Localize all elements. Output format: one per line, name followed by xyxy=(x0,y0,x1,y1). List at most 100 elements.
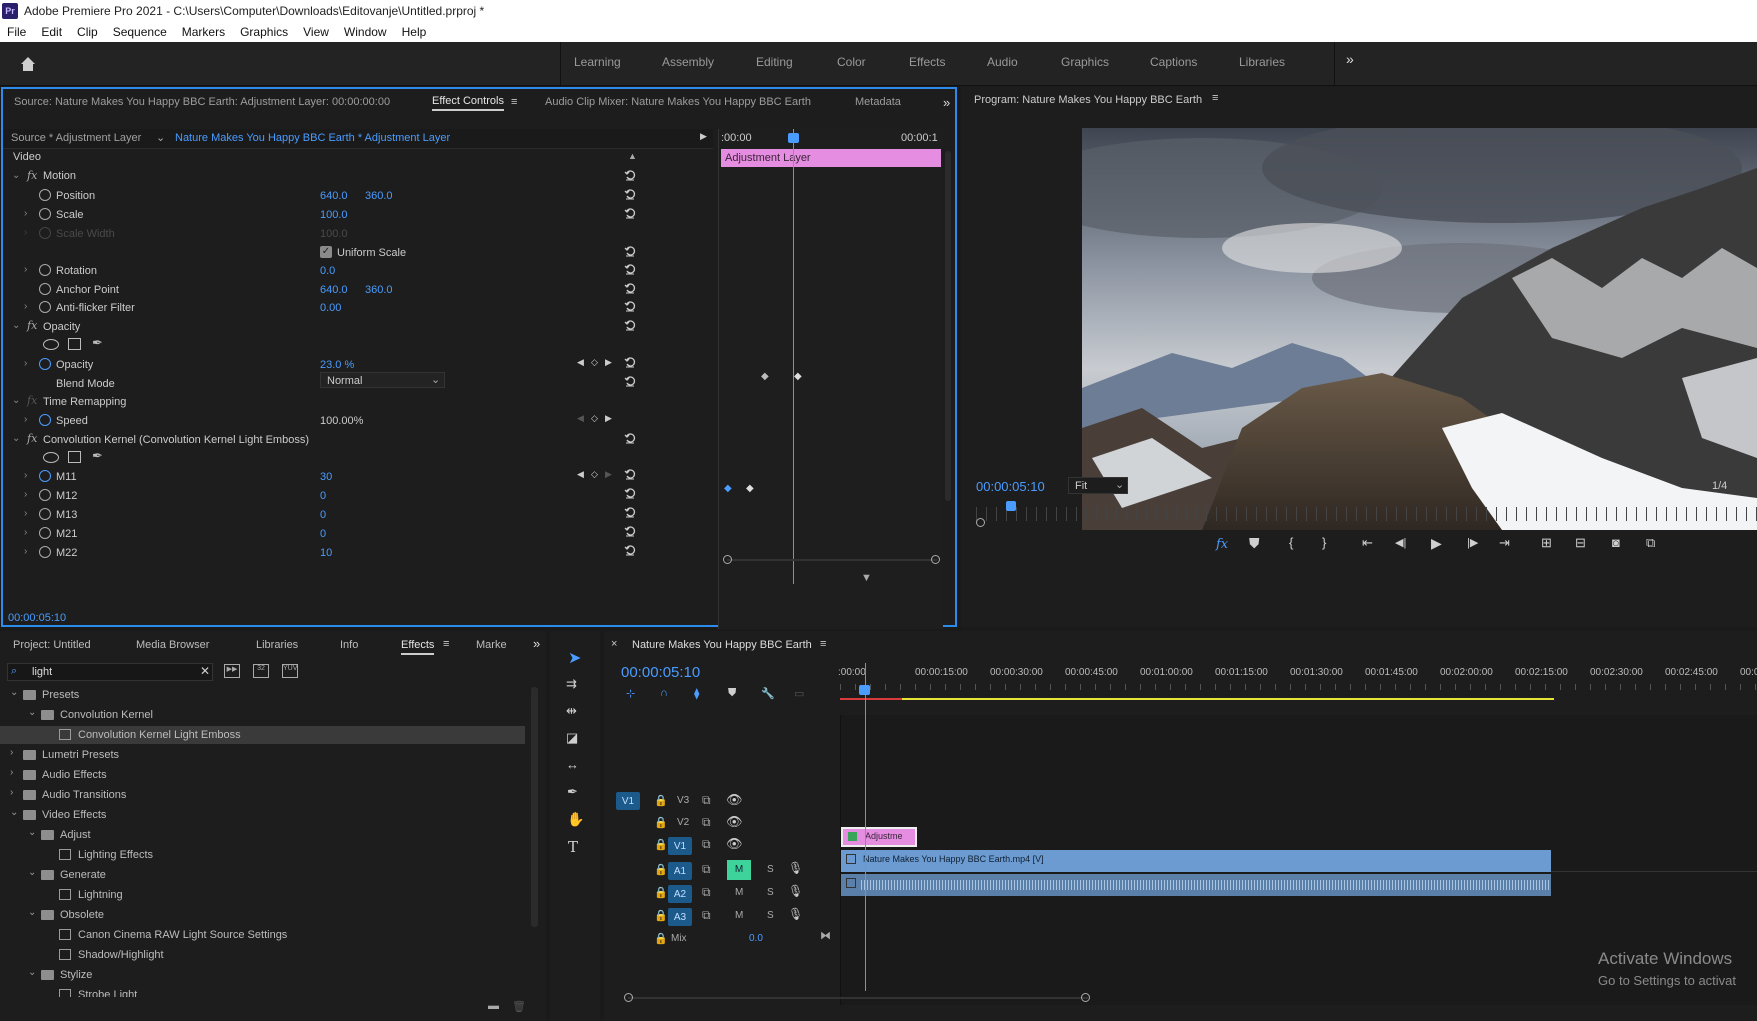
filter-icon[interactable]: ▼ xyxy=(861,572,872,584)
position-y[interactable]: 360.0 xyxy=(365,190,393,202)
menu-edit[interactable]: Edit xyxy=(41,25,62,39)
eye-icon[interactable]: 👁 xyxy=(726,792,743,808)
sync-lock-icon[interactable]: ⧉ xyxy=(702,862,711,877)
expand-chevron-icon[interactable]: › xyxy=(24,527,27,538)
reset-icon[interactable] xyxy=(624,525,636,537)
tree-item[interactable]: ⌄ Convolution Kernel xyxy=(0,706,525,724)
tree-item[interactable]: Lightning xyxy=(0,886,525,904)
workspace-assembly[interactable]: Assembly xyxy=(662,55,714,69)
zoom-handle[interactable] xyxy=(1081,993,1090,1002)
add-keyframe-icon[interactable]: ◇ xyxy=(591,469,598,480)
linked-selection-icon[interactable]: ⧫ xyxy=(694,687,699,700)
reset-icon[interactable] xyxy=(624,356,636,368)
keyframe-diamond-icon[interactable]: ◆ xyxy=(724,483,732,494)
workspace-effects[interactable]: Effects xyxy=(909,55,945,69)
lock-icon[interactable]: 🔒 xyxy=(654,909,668,922)
workspace-editing[interactable]: Editing xyxy=(756,55,793,69)
expand-chevron-icon[interactable]: ⌄ xyxy=(12,395,20,406)
expand-chevron-icon[interactable]: ⌄ xyxy=(12,320,20,331)
source-patch-v1[interactable]: V1 xyxy=(616,792,640,810)
sync-lock-icon[interactable]: ⧉ xyxy=(702,885,711,900)
nest-icon[interactable]: ⊹ xyxy=(626,687,635,700)
solo-a1-button[interactable]: S xyxy=(767,864,774,875)
microphone-icon[interactable]: 🎙 xyxy=(788,861,803,875)
mix-expand-icon[interactable]: ⧓ xyxy=(820,929,831,942)
menu-window[interactable]: Window xyxy=(344,25,387,39)
reset-icon[interactable] xyxy=(624,544,636,556)
go-to-in-icon[interactable]: ⇤ xyxy=(1362,535,1373,551)
tab-markers[interactable]: Marke xyxy=(476,639,507,651)
stopwatch-icon[interactable] xyxy=(39,527,51,539)
next-keyframe-icon[interactable]: ▶ xyxy=(605,357,612,368)
tree-item[interactable]: Canon Cinema RAW Light Source Settings xyxy=(0,926,525,944)
sequence-tab[interactable]: Nature Makes You Happy BBC Earth xyxy=(632,639,812,651)
more-tabs-icon[interactable]: » xyxy=(533,636,540,651)
tab-media-browser[interactable]: Media Browser xyxy=(136,639,209,651)
chevron-right-icon[interactable]: › xyxy=(10,787,13,798)
tree-item[interactable]: ⌄ Presets xyxy=(0,687,525,704)
mix-value[interactable]: 0.0 xyxy=(749,933,763,944)
anchor-x[interactable]: 640.0 xyxy=(320,284,348,296)
mute-a1-button[interactable]: M xyxy=(727,860,751,880)
play-icon[interactable]: ▶ xyxy=(700,131,707,142)
track-a1-label[interactable]: A1 xyxy=(668,862,692,880)
keyframe-diamond-icon[interactable]: ◆ xyxy=(761,371,769,382)
panel-menu-icon[interactable]: ≡ xyxy=(1212,92,1218,104)
tree-item[interactable]: › Audio Effects xyxy=(0,766,525,784)
m22-value[interactable]: 10 xyxy=(320,547,332,559)
program-timecode[interactable]: 00:00:05:10 xyxy=(976,479,1045,494)
uniform-scale-checkbox[interactable]: ✓ xyxy=(320,246,332,258)
close-icon[interactable]: × xyxy=(611,638,617,650)
scrollbar[interactable] xyxy=(531,687,538,927)
tab-audio-clip-mixer[interactable]: Audio Clip Mixer: Nature Makes You Happy… xyxy=(545,96,811,108)
lock-icon[interactable]: 🔒 xyxy=(654,838,668,851)
lock-icon[interactable]: 🔒 xyxy=(654,863,668,876)
tree-item[interactable]: Lighting Effects xyxy=(0,846,525,864)
workspace-learning[interactable]: Learning xyxy=(574,55,621,69)
fx-icon[interactable]: fx xyxy=(27,432,37,445)
sync-lock-icon[interactable]: ⧉ xyxy=(702,908,711,923)
program-video-frame[interactable] xyxy=(1082,128,1757,530)
effect-controls-timecode[interactable]: 00:00:05:10 xyxy=(8,612,66,624)
zoom-handle[interactable] xyxy=(976,518,985,527)
m12-value[interactable]: 0 xyxy=(320,490,326,502)
tree-item[interactable]: Shadow/Highlight xyxy=(0,946,525,964)
razor-tool-icon[interactable]: ◪ xyxy=(566,730,578,746)
next-keyframe-icon[interactable]: ▶ xyxy=(605,469,612,480)
anchor-y[interactable]: 360.0 xyxy=(365,284,393,296)
scale-value[interactable]: 100.0 xyxy=(320,209,348,221)
panel-menu-icon[interactable]: ≡ xyxy=(443,638,449,650)
tab-effects[interactable]: Effects xyxy=(401,639,435,655)
captions-icon[interactable]: ▭ xyxy=(794,687,804,700)
program-scrub-ruler[interactable] xyxy=(976,507,1757,521)
step-forward-icon[interactable]: |▶ xyxy=(1467,536,1478,549)
zoom-handle[interactable] xyxy=(624,993,633,1002)
more-tabs-icon[interactable]: » xyxy=(943,95,950,110)
reset-icon[interactable] xyxy=(624,487,636,499)
step-back-icon[interactable]: ◀| xyxy=(1395,536,1406,549)
stopwatch-icon[interactable] xyxy=(39,546,51,558)
delete-icon[interactable]: 🗑 xyxy=(512,1000,526,1013)
expand-chevron-icon[interactable]: › xyxy=(24,546,27,557)
go-to-out-icon[interactable]: ⇥ xyxy=(1499,535,1510,551)
stopwatch-icon[interactable] xyxy=(39,470,51,482)
ripple-edit-tool-icon[interactable]: ⇹ xyxy=(566,703,577,719)
tab-info[interactable]: Info xyxy=(340,639,358,651)
rotation-value[interactable]: 0.0 xyxy=(320,265,335,277)
menu-graphics[interactable]: Graphics xyxy=(240,25,288,39)
lift-icon[interactable]: ⊞ xyxy=(1541,535,1552,551)
tree-item[interactable]: ⌄ Obsolete xyxy=(0,906,525,924)
reset-icon[interactable] xyxy=(624,282,636,294)
tree-item[interactable]: Convolution Kernel Light Emboss xyxy=(0,726,525,744)
snap-icon[interactable]: ∩ xyxy=(660,687,668,699)
fit-select[interactable]: Fit ⌄ xyxy=(1068,477,1128,494)
tab-metadata[interactable]: Metadata xyxy=(855,96,901,108)
pen-mask-icon[interactable]: ✒ xyxy=(92,335,103,351)
prev-keyframe-icon[interactable]: ◀ xyxy=(577,413,584,424)
antiflicker-value[interactable]: 0.00 xyxy=(320,302,341,314)
reset-icon[interactable] xyxy=(624,169,636,181)
expand-chevron-icon[interactable]: ⌄ xyxy=(12,433,20,444)
menu-sequence[interactable]: Sequence xyxy=(113,25,167,39)
track-a2-label[interactable]: A2 xyxy=(668,885,692,903)
menu-view[interactable]: View xyxy=(303,25,329,39)
